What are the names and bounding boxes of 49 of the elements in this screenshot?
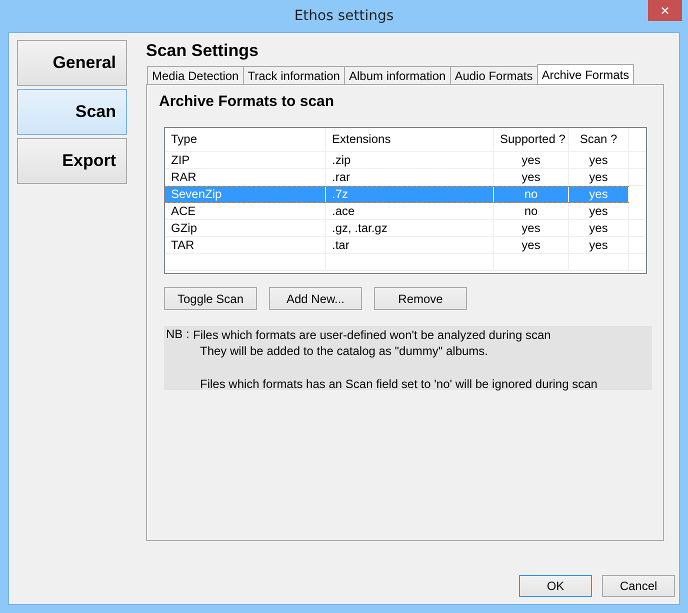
table-cell: yes [569,237,629,253]
table-cell: .tar [326,237,494,253]
note-text: Files which formats are user-defined won't be analyzed during scan [193,327,552,343]
table-cell: yes [569,152,629,168]
table-cell: RAR [165,169,326,185]
window-title: Ethos settings [294,8,394,24]
table-row[interactable]: ACE .ace no yes [165,203,646,220]
table-cell: SevenZip [165,187,326,202]
table-cell: .ace [326,203,494,219]
dialog-button[interactable]: OK [519,575,592,597]
table-cell: ACE [165,203,326,219]
table-cell: yes [569,220,629,236]
column-header[interactable]: Type [165,128,326,151]
dialog-button[interactable]: Cancel [602,575,675,597]
table-row[interactable]: ZIP .zip yes yes [165,152,646,169]
note-label: NB : [166,327,190,343]
table-cell: yes [494,220,569,236]
table-cell: ZIP [165,152,326,168]
table-cell: .rar [326,169,494,185]
sidebar-item[interactable]: Scan [17,89,127,135]
table-cell: TAR [165,237,326,253]
note-text: They will be added to the catalog as "dummy" albums. [200,343,489,359]
panel-title: Archive Formats to scan [159,93,336,112]
table-cell: yes [569,169,629,185]
column-header[interactable]: Scan ? [569,128,629,151]
tab[interactable]: Archive Formats [536,64,634,84]
close-button[interactable]: ✕ [648,0,682,21]
table-cell: yes [494,169,569,185]
table-cell: yes [494,237,569,253]
action-button[interactable]: Add New... [269,287,362,310]
table-row[interactable]: TAR .tar yes yes [165,237,646,254]
column-header[interactable]: Extensions [326,128,494,151]
table-cell: .zip [326,152,494,168]
table-cell: no [494,203,569,219]
table-cell: yes [569,203,629,219]
section-heading: Scan Settings [146,41,260,62]
sidebar-item[interactable]: General [17,40,127,86]
note-text: Files which formats has an Scan field set to 'no' will be ignored during scan [200,376,598,392]
table-cell: .gz, .tar.gz [326,220,494,236]
table-cell: yes [494,152,569,168]
table-cell: GZip [165,220,326,236]
table-cell: .7z [326,187,494,202]
table-cell: no [494,187,569,202]
sidebar-item[interactable]: Export [17,138,127,184]
action-button[interactable]: Remove [374,287,467,310]
column-header[interactable]: Supported ? [494,128,569,151]
table-row[interactable]: GZip .gz, .tar.gz yes yes [165,220,646,237]
tab[interactable]: Media Detection [147,66,244,84]
action-button[interactable]: Toggle Scan [164,287,257,310]
